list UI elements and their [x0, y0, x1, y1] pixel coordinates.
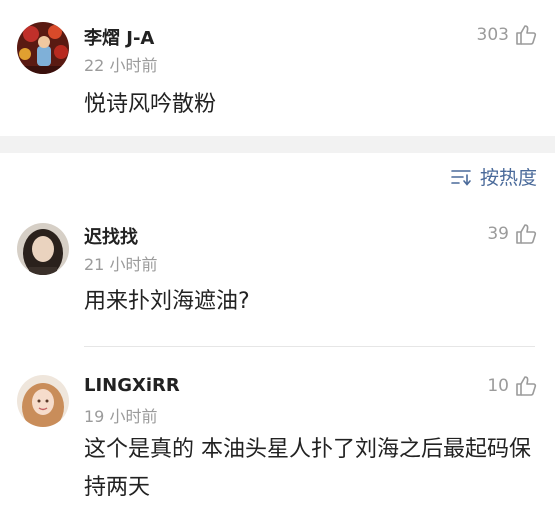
like-count: 39: [487, 224, 509, 244]
section-divider: [0, 136, 555, 153]
username[interactable]: 迟找找: [84, 223, 138, 249]
sort-lines-icon: [450, 167, 472, 187]
sort-by-hot-button[interactable]: 按热度: [450, 163, 537, 190]
comment-time: 19 小时前: [84, 407, 158, 426]
avatar[interactable]: [17, 22, 69, 74]
comment-text: 这个是真的 本油头星人扑了刘海之后最起码保持两天: [84, 437, 531, 500]
comment-time: 21 小时前: [84, 255, 158, 274]
username[interactable]: LINGXiRR: [84, 375, 180, 396]
comment-text: 用来扑刘海遮油?: [84, 289, 250, 314]
thumbs-up-icon: [515, 375, 537, 397]
thumbs-up-icon: [515, 24, 537, 46]
thumbs-up-icon: [515, 223, 537, 245]
comment-item: LINGXiRR 19 小时前 10 这个是真的 本油头星人扑了刘海之后最起码保…: [0, 347, 555, 517]
avatar[interactable]: [17, 223, 69, 275]
comment-text: 悦诗风吟散粉: [84, 92, 217, 117]
avatar[interactable]: [17, 375, 69, 427]
sort-bar: 按热度: [0, 153, 555, 201]
like-count: 303: [476, 25, 509, 45]
comment-time: 22 小时前: [84, 56, 158, 75]
like-button[interactable]: 10: [487, 375, 537, 397]
sort-label: 按热度: [479, 167, 537, 189]
like-button[interactable]: 303: [477, 24, 537, 46]
like-count: 10: [487, 376, 509, 396]
like-button[interactable]: 39: [487, 223, 537, 245]
comment-item: 迟找找 21 小时前 39 用来扑刘海遮油?: [0, 201, 555, 347]
username[interactable]: 李熠 J-A: [84, 24, 154, 50]
comment-item: 李熠 J-A 22 小时前 303 悦诗风吟散粉: [0, 0, 555, 136]
